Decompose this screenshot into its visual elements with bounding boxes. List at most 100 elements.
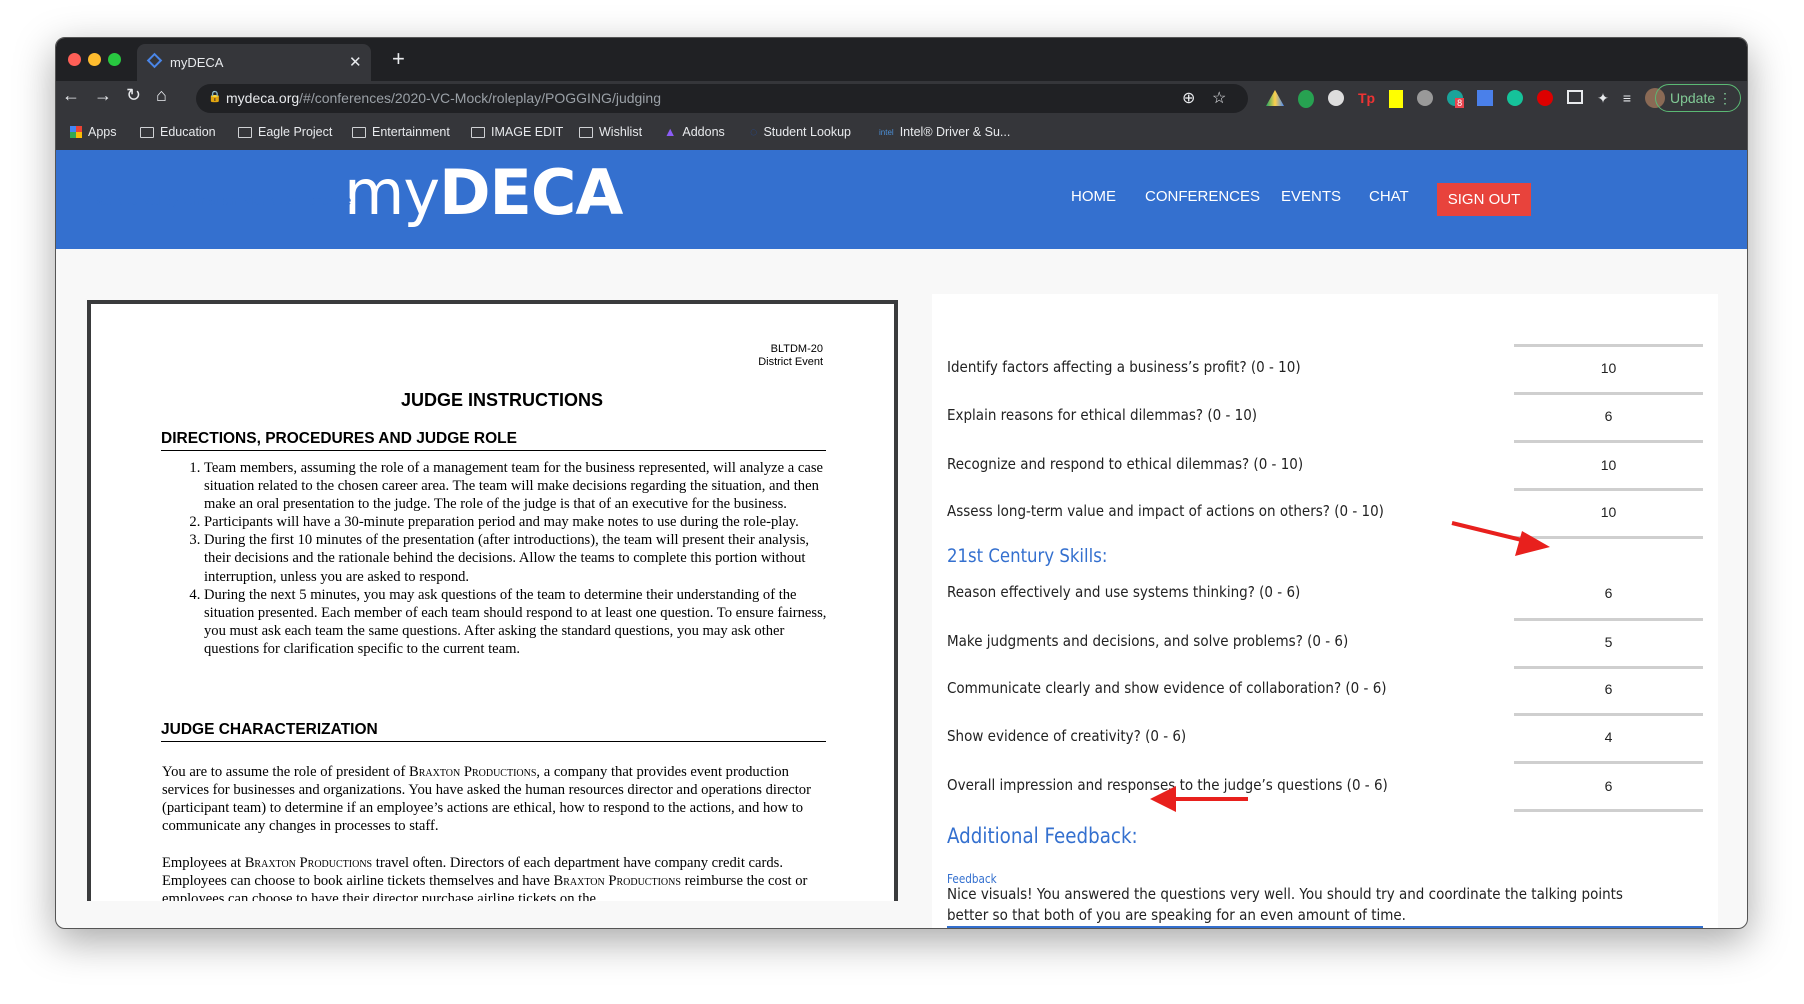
score-divider [1514, 344, 1703, 347]
section-heading-feedback: Additional Feedback: [947, 824, 1138, 848]
install-icon[interactable]: ⊕ [1182, 88, 1195, 108]
reload-icon[interactable]: ↻ [126, 85, 141, 106]
bulb-icon[interactable] [1389, 90, 1404, 108]
extensions-puzzle-icon[interactable]: ✦ [1597, 90, 1609, 108]
bookmark-addons[interactable]: ▲ Addons [664, 125, 725, 139]
criterion-label: Recognize and respond to ethical dilemma… [947, 455, 1304, 473]
addons-icon: ▲ [664, 125, 677, 139]
bookmark-star-icon[interactable]: ☆ [1212, 88, 1226, 108]
browser-window: myDECA ✕ + ← → ↻ ⌂ 🔒 mydeca.org/#/confer… [55, 37, 1748, 929]
nav-conferences[interactable]: CONFERENCES [1145, 188, 1260, 205]
sign-out-button[interactable]: SIGN OUT [1437, 183, 1531, 216]
folder-icon [140, 126, 154, 138]
close-window-button[interactable] [68, 53, 81, 66]
adblock-icon[interactable] [1537, 90, 1554, 106]
score-divider [1514, 536, 1703, 539]
bookmark-folder[interactable]: IMAGE EDIT [471, 125, 563, 139]
url-path: /#/conferences/2020-VC-Mock/roleplay/POG… [299, 90, 661, 106]
lookup-icon: ◌ [750, 125, 758, 139]
bookmarks-bar: Apps Education Eagle Project Entertainme… [56, 116, 1747, 150]
score-input[interactable]: 5 [1514, 634, 1703, 650]
score-divider [1514, 392, 1703, 395]
tab-title: myDECA [170, 55, 224, 70]
criterion-label: Make judgments and decisions, and solve … [947, 632, 1349, 650]
instruction-item: During the first 10 minutes of the prese… [204, 531, 828, 585]
folder-icon [471, 126, 485, 138]
score-divider [1514, 809, 1703, 812]
extensions: Tp 8 ✦ ≡ [1266, 88, 1666, 108]
close-tab-icon[interactable]: ✕ [349, 53, 362, 71]
criterion-label: Reason effectively and use systems think… [947, 583, 1301, 601]
mydeca-logo[interactable]: myDECA [344, 156, 623, 229]
address-bar[interactable]: 🔒 mydeca.org/#/conferences/2020-VC-Mock/… [196, 84, 1248, 113]
media-control-icon[interactable]: ≡ [1623, 90, 1631, 108]
score-divider [1514, 761, 1703, 764]
score-input[interactable]: 6 [1514, 408, 1703, 424]
grammarly-icon[interactable] [1507, 90, 1524, 106]
new-tab-icon[interactable]: + [392, 46, 405, 72]
criterion-label: Explain reasons for ethical dilemmas? (0… [947, 406, 1258, 424]
back-link[interactable]: Back to Valley Christian Mock Conference [91, 192, 351, 208]
apps-grid-icon [70, 126, 82, 138]
picture-in-picture-icon[interactable] [1567, 90, 1584, 104]
feedback-textarea[interactable]: Nice visuals! You answered the questions… [947, 884, 1643, 926]
bookmark-student-lookup[interactable]: ◌ Student Lookup [750, 125, 851, 139]
instruction-item: Team members, assuming the role of a man… [204, 459, 828, 513]
translate-icon[interactable] [1477, 90, 1494, 106]
criterion-label: Overall impression and responses to the … [947, 776, 1388, 794]
criterion-label: Communicate clearly and show evidence of… [947, 679, 1387, 697]
document-title: JUDGE INSTRUCTIONS [400, 390, 604, 410]
travel-paragraph: Employees at Braxton Productions travel … [162, 855, 808, 901]
nav-events[interactable]: EVENTS [1281, 188, 1341, 205]
more-menu-icon: ⋮ [1718, 90, 1732, 106]
score-input[interactable]: 6 [1514, 585, 1703, 601]
film-icon[interactable] [1417, 90, 1434, 106]
bookmark-intel[interactable]: intel Intel® Driver & Su... [879, 125, 1010, 139]
maximize-window-button[interactable] [108, 53, 121, 66]
lock-icon: 🔒 [208, 91, 222, 103]
tab-mydeca[interactable]: myDECA ✕ [137, 44, 371, 81]
minimize-window-button[interactable] [88, 53, 101, 66]
score-input[interactable]: 6 [1514, 681, 1703, 697]
nav-home[interactable]: HOME [1071, 188, 1116, 205]
event-code: BLTDM-20 [770, 343, 823, 355]
score-divider [1514, 666, 1703, 669]
update-button[interactable]: Update ⋮ [1655, 84, 1741, 112]
favicon-icon [146, 52, 163, 69]
bookmark-folder[interactable]: Education [140, 125, 216, 139]
score-input[interactable]: 6 [1514, 778, 1703, 794]
score-divider [1514, 440, 1703, 443]
folder-icon [352, 126, 366, 138]
instruction-item: Participants will have a 30-minute prepa… [204, 513, 828, 531]
characterization-paragraph: You are to assume the role of president … [162, 764, 811, 835]
tp-icon[interactable]: Tp [1358, 90, 1375, 108]
event-type: District Event [758, 356, 823, 368]
feedback-underline [947, 926, 1703, 928]
score-input[interactable]: 4 [1514, 729, 1703, 745]
judge-instructions-document[interactable]: BLTDM-20 District Event JUDGE INSTRUCTIO… [87, 300, 898, 901]
panda-icon[interactable] [1328, 90, 1344, 106]
score-input[interactable]: 10 [1514, 504, 1703, 520]
bookmark-folder[interactable]: Wishlist [579, 125, 642, 139]
section-heading-skills: 21st Century Skills: [947, 545, 1108, 567]
score-input[interactable]: 10 [1514, 457, 1703, 473]
home-icon[interactable]: ⌂ [156, 85, 167, 106]
section-heading: DIRECTIONS, PROCEDURES AND JUDGE ROLE [161, 430, 826, 451]
bookmark-folder[interactable]: Eagle Project [238, 125, 332, 139]
nav-chat[interactable]: CHAT [1369, 188, 1409, 205]
bookmark-apps[interactable]: Apps [70, 125, 117, 139]
forward-icon[interactable]: → [94, 85, 112, 106]
bookmark-folder[interactable]: Entertainment [352, 125, 450, 139]
tab-bar: myDECA ✕ + [56, 38, 1747, 81]
instructions-list: Team members, assuming the role of a man… [204, 459, 828, 658]
extension-a-icon[interactable]: 8 [1447, 90, 1465, 108]
folder-icon [579, 126, 593, 138]
back-icon[interactable]: ← [62, 85, 80, 106]
drive-icon[interactable] [1266, 90, 1284, 106]
evernote-icon[interactable] [1298, 90, 1314, 108]
score-input[interactable]: 10 [1514, 360, 1703, 376]
section-heading: JUDGE CHARACTERIZATION [161, 721, 826, 742]
criterion-label: Identify factors affecting a business’s … [947, 358, 1301, 376]
instruction-item: During the next 5 minutes, you may ask q… [204, 586, 828, 658]
toolbar: ← → ↻ ⌂ 🔒 mydeca.org/#/conferences/2020-… [56, 81, 1747, 116]
